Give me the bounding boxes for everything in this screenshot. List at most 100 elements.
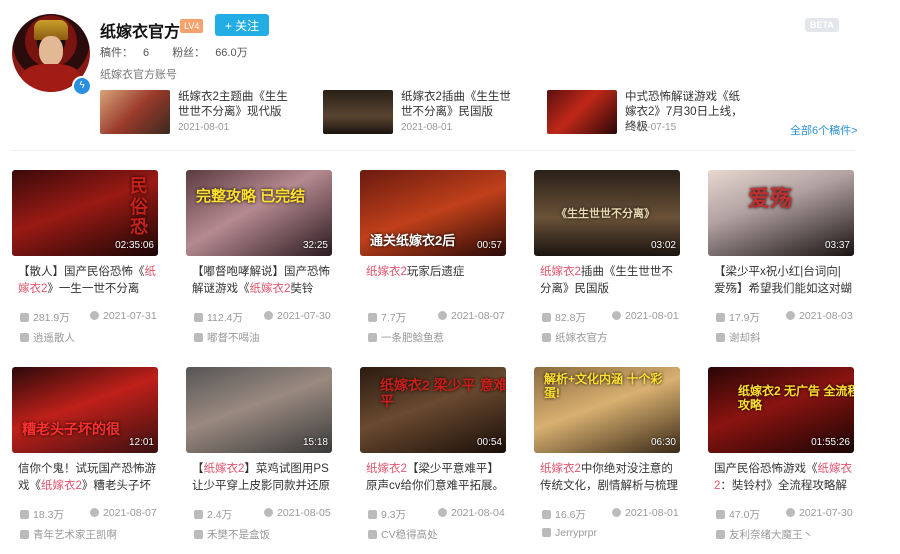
clock-icon — [264, 508, 273, 517]
user-icon — [20, 333, 29, 342]
duration: 00:57 — [476, 240, 502, 251]
duration: 06:30 — [650, 437, 676, 448]
video-card[interactable]: 纸嫁衣2 无广告 全流程攻略 01:55:26 国产民俗恐怖游戏《纸嫁衣2：奘铃村》… — [708, 367, 854, 547]
video-cover[interactable]: 通关纸嫁衣2后 00:57 — [360, 170, 506, 256]
video-cover[interactable]: 纸嫁衣2 梁少平 意难平 00:54 — [360, 367, 506, 453]
publish-date: 2021-08-01 — [612, 310, 679, 322]
user-icon — [716, 530, 725, 539]
author[interactable]: Jerryprpr — [542, 527, 597, 539]
video-card[interactable]: 爱殇 03:37 【梁少平x祝小红|台词向|爱殇】希望我们能如这对蝴 17.9万 202… — [708, 170, 854, 350]
video-title[interactable]: 国产民俗恐怖游戏《纸嫁衣2：奘铃村》全流程攻略解 — [714, 461, 852, 495]
play-icon — [542, 313, 551, 322]
recent-thumbnail[interactable] — [547, 90, 617, 134]
recent-work[interactable]: 中式恐怖解谜游戏《纸嫁衣2》7月30日上线，终极 2021-07-15 — [547, 90, 757, 134]
author[interactable]: 一条肥鲶鱼惹 — [368, 330, 444, 345]
publish-date: 2021-08-05 — [264, 507, 331, 519]
clock-icon — [786, 311, 795, 320]
play-icon — [542, 510, 551, 519]
user-icon — [368, 333, 377, 342]
publish-date: 2021-07-30 — [786, 507, 853, 519]
recent-thumbnail[interactable] — [100, 90, 170, 134]
video-card[interactable]: 解析+文化内涵 十个彩蛋! 06:30 纸嫁衣2中你绝对没注意的传统文化，剧情解析与… — [534, 367, 680, 547]
video-card[interactable]: 通关纸嫁衣2后 00:57 纸嫁衣2玩家后遗症 7.7万 2021-08-07 一条肥鲶鱼… — [360, 170, 506, 350]
beta-badge: BETA — [805, 18, 839, 32]
author[interactable]: 禾樊不是盒饭 — [194, 527, 270, 542]
duration: 03:37 — [824, 240, 850, 251]
play-icon — [20, 313, 29, 322]
video-title[interactable]: 【散人】国产民俗恐怖《纸嫁衣2》一生一世不分离 — [18, 264, 156, 298]
video-title[interactable]: 【梁少平x祝小红|台词向|爱殇】希望我们能如这对蝴 — [714, 264, 852, 298]
video-card[interactable]: 纸嫁衣2 梁少平 意难平 00:54 纸嫁衣2【梁少平意难平】原声cv给你们意难平拓… — [360, 367, 506, 547]
video-title[interactable]: 纸嫁衣2插曲《生生世世不分离》民国版 — [540, 264, 678, 298]
video-title[interactable]: 【嘟督咆哮解说】国产恐怖解谜游戏《纸嫁衣2奘铃 — [192, 264, 330, 298]
play-count: 112.4万 — [194, 310, 243, 325]
cover-text: 民俗恐 — [130, 176, 148, 238]
play-count: 281.9万 — [20, 310, 70, 325]
works-count: 6 — [143, 47, 150, 59]
cover-text: 糟老头子坏的很 — [22, 421, 120, 437]
clock-icon — [438, 508, 447, 517]
publish-date: 2021-07-30 — [264, 310, 331, 322]
all-works-link[interactable]: 全部6个稿件> — [790, 122, 858, 138]
author[interactable]: CV稳得高处 — [368, 527, 438, 542]
publish-date: 2021-08-01 — [612, 507, 679, 519]
duration: 01:55:26 — [811, 437, 850, 448]
video-cover[interactable]: 爱殇 03:37 — [708, 170, 854, 256]
author[interactable]: 纸嫁衣官方 — [542, 330, 608, 345]
profile-stats: 稿件： 6 粉丝： 66.0万 — [100, 47, 248, 59]
play-count: 82.8万 — [542, 310, 586, 325]
video-card[interactable]: 15:18 【纸嫁衣2】菜鸡试图用PS让少平穿上皮影同款并还原 2.4万 2021-0… — [186, 367, 332, 547]
video-card[interactable]: 糟老头子坏的很 12:01 信你个鬼！试玩国产恐怖游戏《纸嫁衣2》糟老头子坏 18.3… — [12, 367, 158, 547]
cover-text: 爱殇 — [748, 186, 793, 211]
follow-button[interactable]: + 关注 — [215, 14, 269, 36]
username: 纸嫁衣官方 — [100, 24, 181, 41]
duration: 02:35:06 — [115, 240, 154, 251]
play-icon — [194, 510, 203, 519]
video-cover[interactable]: 完整攻略 已完结 32:25 — [186, 170, 332, 256]
publish-date: 2021-07-31 — [90, 310, 157, 322]
cover-text: 完整攻略 已完结 — [196, 188, 306, 205]
video-cover[interactable]: 民俗恐 02:35:06 — [12, 170, 158, 256]
play-icon — [368, 313, 377, 322]
user-icon — [194, 333, 203, 342]
video-title[interactable]: 【纸嫁衣2】菜鸡试图用PS让少平穿上皮影同款并还原 — [192, 461, 330, 495]
video-card[interactable]: 民俗恐 02:35:06 【散人】国产民俗恐怖《纸嫁衣2》一生一世不分离 281.9万… — [12, 170, 158, 350]
video-card[interactable]: 完整攻略 已完结 32:25 【嘟督咆哮解说】国产恐怖解谜游戏《纸嫁衣2奘铃 112.… — [186, 170, 332, 350]
video-cover[interactable]: 15:18 — [186, 367, 332, 453]
recent-work[interactable]: 纸嫁衣2主题曲《生生世世不分离》现代版 2021-08-01 — [100, 90, 310, 134]
duration: 32:25 — [302, 240, 328, 251]
video-title[interactable]: 纸嫁衣2中你绝对没注意的传统文化，剧情解析与梳理 — [540, 461, 678, 495]
divider — [10, 150, 855, 151]
author[interactable]: 友利奈绪大魔王丶 — [716, 527, 813, 542]
duration: 00:54 — [476, 437, 502, 448]
play-icon — [716, 510, 725, 519]
author[interactable]: 谢却斜 — [716, 330, 761, 345]
play-count: 47.0万 — [716, 507, 760, 522]
video-title[interactable]: 纸嫁衣2【梁少平意难平】原声cv给你们意难平拓展。 — [366, 461, 504, 495]
video-card[interactable]: 《生生世世不分离》 03:02 纸嫁衣2插曲《生生世世不分离》民国版 82.8万 202… — [534, 170, 680, 350]
user-icon — [194, 530, 203, 539]
play-icon — [20, 510, 29, 519]
video-title[interactable]: 信你个鬼！试玩国产恐怖游戏《纸嫁衣2》糟老头子坏 — [18, 461, 156, 495]
video-cover[interactable]: 纸嫁衣2 无广告 全流程攻略 01:55:26 — [708, 367, 854, 453]
video-cover[interactable]: 解析+文化内涵 十个彩蛋! 06:30 — [534, 367, 680, 453]
clock-icon — [264, 311, 273, 320]
user-icon — [542, 528, 551, 537]
play-count: 2.4万 — [194, 507, 232, 522]
video-cover[interactable]: 《生生世世不分离》 03:02 — [534, 170, 680, 256]
recent-work[interactable]: 纸嫁衣2插曲《生生世世不分离》民国版 2021-08-01 — [323, 90, 533, 134]
cover-text: 纸嫁衣2 梁少平 意难平 — [380, 377, 506, 410]
author[interactable]: 逍遥散人 — [20, 330, 75, 345]
play-count: 17.9万 — [716, 310, 760, 325]
author[interactable]: 嘟督不喝油 — [194, 330, 260, 345]
video-cover[interactable]: 糟老头子坏的很 12:01 — [12, 367, 158, 453]
clock-icon — [438, 311, 447, 320]
author[interactable]: 青年艺术家王凯啊 — [20, 527, 117, 542]
play-icon — [716, 313, 725, 322]
publish-date: 2021-08-07 — [438, 310, 505, 322]
play-count: 9.3万 — [368, 507, 406, 522]
recent-thumbnail[interactable] — [323, 90, 393, 134]
video-title[interactable]: 纸嫁衣2玩家后遗症 — [366, 264, 504, 281]
cover-text: 纸嫁衣2 无广告 全流程攻略 — [738, 384, 854, 412]
duration: 03:02 — [650, 240, 676, 251]
